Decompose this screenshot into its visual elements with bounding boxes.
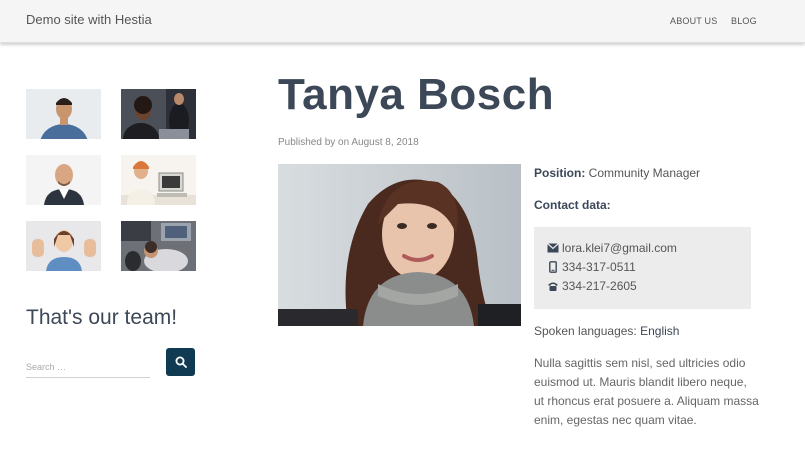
phone-value: 334-217-2605 [562, 279, 637, 293]
team-member-thumb-3[interactable] [26, 155, 101, 205]
team-photo-6 [121, 221, 196, 271]
team-member-thumb-2[interactable] [121, 89, 196, 139]
mobile-value: 334-317-0511 [562, 260, 636, 274]
contact-label: Contact data: [534, 198, 611, 212]
position-row: Position: Community Manager [534, 166, 700, 180]
site-title[interactable]: Demo site with Hestia [26, 12, 152, 27]
languages-value: English [640, 324, 680, 338]
post-meta: Published by on August 8, 2018 [278, 137, 419, 148]
email-value[interactable]: lora.klei7@gmail.com [562, 241, 677, 255]
team-photo-1 [26, 89, 101, 139]
contact-box: lora.klei7@gmail.com 334-317-0511 334-21… [534, 227, 751, 309]
post-title: Tanya Bosch [278, 70, 555, 119]
team-member-thumb-6[interactable] [121, 221, 196, 271]
position-value: Community Manager [588, 166, 701, 180]
team-photo-5 [26, 221, 101, 271]
team-heading: That's our team! [26, 306, 178, 329]
nav-blog[interactable]: BLOG [731, 16, 757, 26]
team-photo-4 [121, 155, 196, 205]
team-photo-2 [121, 89, 196, 139]
team-photo-3 [26, 155, 101, 205]
portrait-image [278, 164, 521, 326]
email-row: lora.klei7@gmail.com [547, 241, 677, 255]
team-member-thumb-1[interactable] [26, 89, 101, 139]
search-button[interactable] [166, 348, 195, 376]
post-description: Nulla sagittis sem nisl, sed ultricies o… [534, 356, 759, 427]
phone-icon [547, 281, 559, 292]
profile-photo [278, 164, 521, 326]
site-header: Demo site with Hestia ABOUT US BLOG [0, 0, 805, 43]
envelope-icon [547, 243, 559, 253]
search-input[interactable] [26, 356, 150, 378]
languages-row: Spoken languages: English [534, 324, 679, 338]
languages-label: Spoken languages: [534, 324, 637, 338]
phone-row: 334-217-2605 [547, 279, 637, 293]
team-member-thumb-4[interactable] [121, 155, 196, 205]
nav-about-us[interactable]: ABOUT US [670, 16, 717, 26]
mobile-row: 334-317-0511 [547, 260, 636, 274]
search-icon [175, 356, 187, 368]
team-member-thumb-5[interactable] [26, 221, 101, 271]
position-label: Position: [534, 166, 586, 180]
mobile-phone-icon [547, 261, 559, 273]
